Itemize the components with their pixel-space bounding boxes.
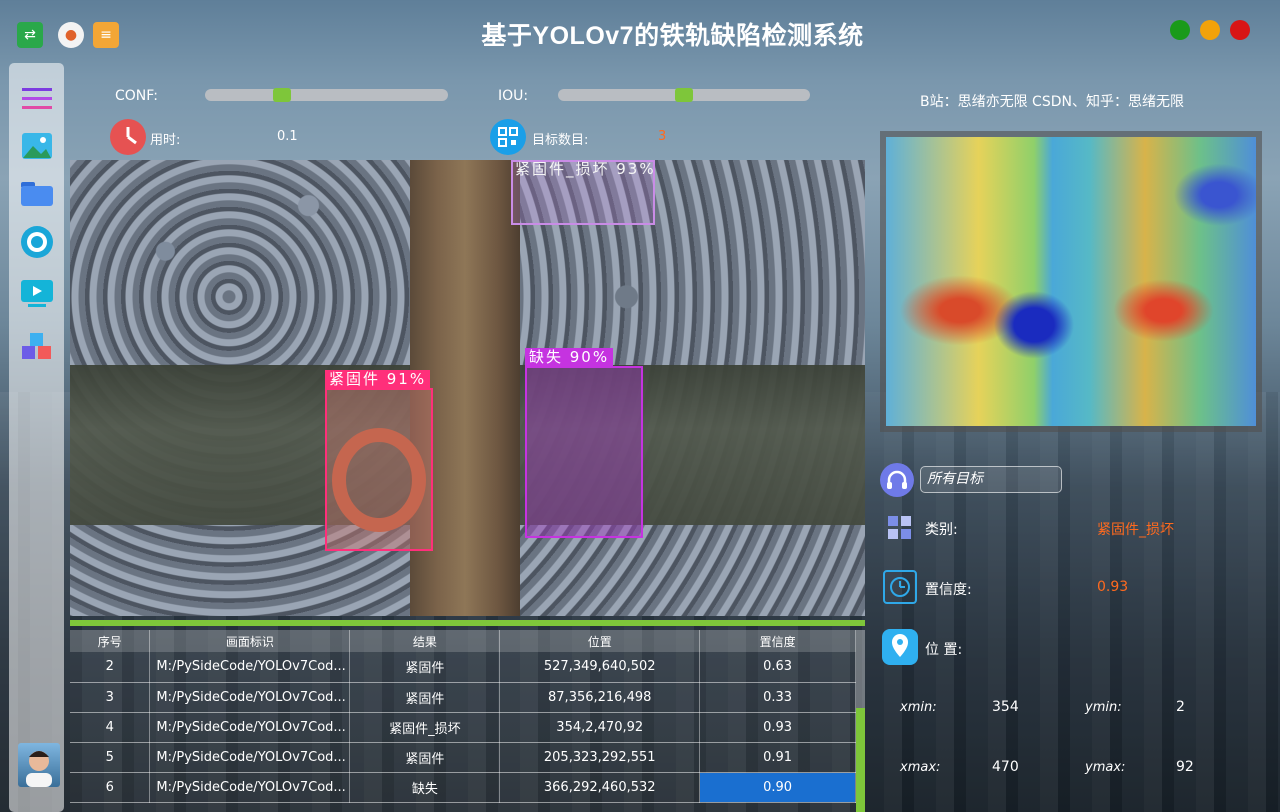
col-header-result[interactable]: 结果 xyxy=(349,630,501,652)
xmin-label: xmin: xyxy=(900,700,937,715)
target-select[interactable]: 所有目标 xyxy=(920,466,1062,493)
iou-label: IOU: xyxy=(498,88,529,104)
cell-position[interactable]: 354,2,470,92 xyxy=(499,712,701,743)
detection-label-2: 紧固件 91% xyxy=(325,370,431,388)
sidebar xyxy=(9,63,64,812)
time-label: 用时: xyxy=(150,133,181,148)
category-icon xyxy=(887,515,913,541)
location-icon xyxy=(882,629,918,665)
avatar[interactable] xyxy=(18,743,60,787)
cell-result[interactable]: 紧固件 xyxy=(349,682,501,713)
class-label: 类别: xyxy=(925,522,958,538)
cell-position[interactable]: 205,323,292,551 xyxy=(499,742,701,773)
cell-confidence[interactable]: 0.33 xyxy=(699,682,856,713)
cell-confidence[interactable]: 0.63 xyxy=(699,652,856,683)
cell-confidence-selected[interactable]: 0.90 xyxy=(699,772,856,803)
image-icon[interactable] xyxy=(19,129,55,163)
table-row[interactable]: 4 M:/PySideCode/YOLOv7Cod... 紧固件_损坏 354,… xyxy=(70,712,856,743)
cell-index[interactable]: 6 xyxy=(70,772,151,803)
menu-icon[interactable] xyxy=(19,81,55,115)
cell-confidence[interactable]: 0.91 xyxy=(699,742,856,773)
class-value: 紧固件_损坏 xyxy=(1097,522,1174,538)
cell-result[interactable]: 紧固件_损坏 xyxy=(349,712,501,743)
cell-result[interactable]: 缺失 xyxy=(349,772,501,803)
cell-position[interactable]: 87,356,216,498 xyxy=(499,682,701,713)
xmin-value: 354 xyxy=(992,699,1019,715)
cell-source[interactable]: M:/PySideCode/YOLOv7Cod... xyxy=(149,652,351,683)
cell-index[interactable]: 3 xyxy=(70,682,151,713)
cell-source[interactable]: M:/PySideCode/YOLOv7Cod... xyxy=(149,712,351,743)
results-table[interactable]: 序号 画面标识 结果 位置 置信度 2 M:/PySideCode/YOLOv7… xyxy=(70,630,865,812)
video-icon[interactable] xyxy=(19,277,55,311)
close-button[interactable] xyxy=(1230,20,1250,40)
headphones-icon xyxy=(880,463,914,497)
time-value: 0.1 xyxy=(277,129,298,144)
detection-box-3[interactable] xyxy=(525,366,643,538)
iou-slider-handle[interactable] xyxy=(675,88,693,102)
app-title: 基于YOLOv7的铁轨缺陷检测系统 xyxy=(481,22,864,50)
table-scrollbar[interactable] xyxy=(856,630,865,812)
count-label: 目标数目: xyxy=(532,133,589,148)
confidence-label: 置信度: xyxy=(925,582,972,598)
camera-icon[interactable] xyxy=(19,225,55,259)
table-scroll-thumb[interactable] xyxy=(856,708,865,812)
iou-slider[interactable] xyxy=(558,88,810,102)
conf-label: CONF: xyxy=(115,88,158,104)
ymax-label: ymax: xyxy=(1085,760,1126,775)
xmax-value: 470 xyxy=(992,759,1019,775)
cell-result[interactable]: 紧固件 xyxy=(349,742,501,773)
col-header-position[interactable]: 位置 xyxy=(499,630,701,652)
heatmap-image xyxy=(886,137,1256,426)
cell-index[interactable]: 5 xyxy=(70,742,151,773)
cell-index[interactable]: 4 xyxy=(70,712,151,743)
cell-position[interactable]: 527,349,640,502 xyxy=(499,652,701,683)
count-value: 3 xyxy=(658,129,667,144)
confidence-icon xyxy=(883,570,917,604)
cell-confidence[interactable]: 0.93 xyxy=(699,712,856,743)
cell-index[interactable]: 2 xyxy=(70,652,151,683)
confidence-value: 0.93 xyxy=(1097,579,1129,595)
table-row-selected[interactable]: 6 M:/PySideCode/YOLOv7Cod... 缺失 366,292,… xyxy=(70,772,856,803)
xmax-label: xmax: xyxy=(900,760,941,775)
detection-label-1: 紧固件_损坏 93% xyxy=(515,160,656,178)
minimize-button[interactable] xyxy=(1200,20,1220,40)
cell-source[interactable]: M:/PySideCode/YOLOv7Cod... xyxy=(149,772,351,803)
maximize-button[interactable] xyxy=(1170,20,1190,40)
author-credit: B站：思绪亦无限 CSDN、知乎：思绪无限 xyxy=(920,94,1184,110)
progress-bar xyxy=(70,620,865,626)
conf-slider[interactable] xyxy=(205,88,448,102)
folder-icon[interactable] xyxy=(19,176,55,210)
cell-source[interactable]: M:/PySideCode/YOLOv7Cod... xyxy=(149,682,351,713)
ymin-value: 2 xyxy=(1176,699,1185,715)
position-label: 位 置: xyxy=(925,642,963,658)
table-row[interactable]: 5 M:/PySideCode/YOLOv7Cod... 紧固件 205,323… xyxy=(70,742,856,773)
model-icon[interactable] xyxy=(19,332,55,366)
conf-slider-handle[interactable] xyxy=(273,88,291,102)
detection-image: 紧固件_损坏 93% 紧固件 91% 缺失 90% xyxy=(70,160,865,616)
clock-icon xyxy=(110,119,146,155)
table-row[interactable]: 2 M:/PySideCode/YOLOv7Cod... 紧固件 527,349… xyxy=(70,652,856,683)
cell-position[interactable]: 366,292,460,532 xyxy=(499,772,701,803)
col-header-index[interactable]: 序号 xyxy=(70,630,151,652)
ymax-value: 92 xyxy=(1176,759,1194,775)
col-header-confidence[interactable]: 置信度 xyxy=(699,630,856,652)
col-header-source[interactable]: 画面标识 xyxy=(149,630,351,652)
detection-label-3: 缺失 90% xyxy=(525,348,614,366)
cell-result[interactable]: 紧固件 xyxy=(349,652,501,683)
heatmap-panel xyxy=(880,131,1262,432)
table-row[interactable]: 3 M:/PySideCode/YOLOv7Cod... 紧固件 87,356,… xyxy=(70,682,856,713)
detection-box-2[interactable] xyxy=(325,388,433,551)
cell-source[interactable]: M:/PySideCode/YOLOv7Cod... xyxy=(149,742,351,773)
ymin-label: ymin: xyxy=(1085,700,1122,715)
table-header: 序号 画面标识 结果 位置 置信度 xyxy=(70,630,856,652)
qr-icon xyxy=(490,119,526,155)
